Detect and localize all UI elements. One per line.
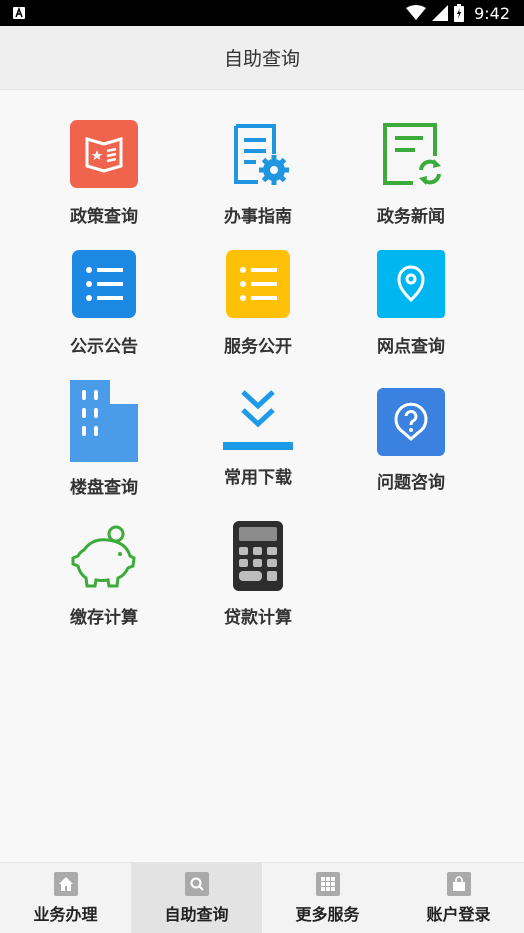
news-refresh-icon: [336, 120, 486, 188]
wifi-icon: [406, 5, 427, 20]
tab-label: 账户登录: [426, 905, 491, 924]
tile-label: 网点查询: [377, 337, 445, 357]
signal-icon: [432, 5, 449, 21]
document-gear-icon: [183, 120, 333, 188]
battery-icon: [454, 4, 465, 22]
status-time: 9:42: [474, 3, 510, 23]
search-icon: [184, 872, 209, 896]
tab-more-services[interactable]: 更多服务: [262, 863, 393, 933]
status-bar: 9:42: [0, 0, 524, 26]
tile-label: 服务公开: [224, 337, 292, 357]
building-icon: [29, 380, 179, 462]
grid-icon: [315, 872, 340, 896]
tile-label: 贷款计算: [224, 608, 292, 628]
app-header: 自助查询: [0, 26, 524, 90]
bag-icon: [446, 872, 471, 896]
tile-label: 政策查询: [70, 207, 138, 227]
page-title: 自助查询: [223, 48, 300, 70]
tab-label: 自助查询: [164, 905, 229, 924]
location-pin-icon: [336, 250, 486, 318]
tab-label: 业务办理: [33, 905, 98, 924]
list-icon: [183, 250, 333, 318]
piggy-bank-icon: [29, 522, 179, 590]
bottom-tab-bar: 业务办理 自助查询 更多服务 账户登录: [0, 862, 524, 933]
tile-label: 常用下载: [224, 468, 292, 488]
calculator-icon: [183, 521, 333, 591]
policy-book-icon: [29, 120, 179, 188]
tab-label: 更多服务: [295, 905, 360, 924]
list-icon: [29, 250, 179, 318]
question-bubble-icon: [336, 388, 486, 456]
tile-label: 楼盘查询: [70, 478, 138, 498]
tile-label: 办事指南: [224, 207, 292, 227]
tile-label: 问题咨询: [377, 473, 445, 493]
home-icon: [53, 872, 78, 896]
notification-a-icon: [13, 7, 25, 19]
tab-account-login[interactable]: 账户登录: [393, 863, 524, 933]
tile-label: 政务新闻: [377, 207, 445, 227]
tab-self-service-query[interactable]: 自助查询: [131, 863, 262, 933]
download-icon: [183, 390, 333, 452]
tile-label: 缴存计算: [70, 608, 138, 628]
tab-business-handling[interactable]: 业务办理: [0, 863, 131, 933]
tile-label: 公示公告: [70, 337, 138, 357]
